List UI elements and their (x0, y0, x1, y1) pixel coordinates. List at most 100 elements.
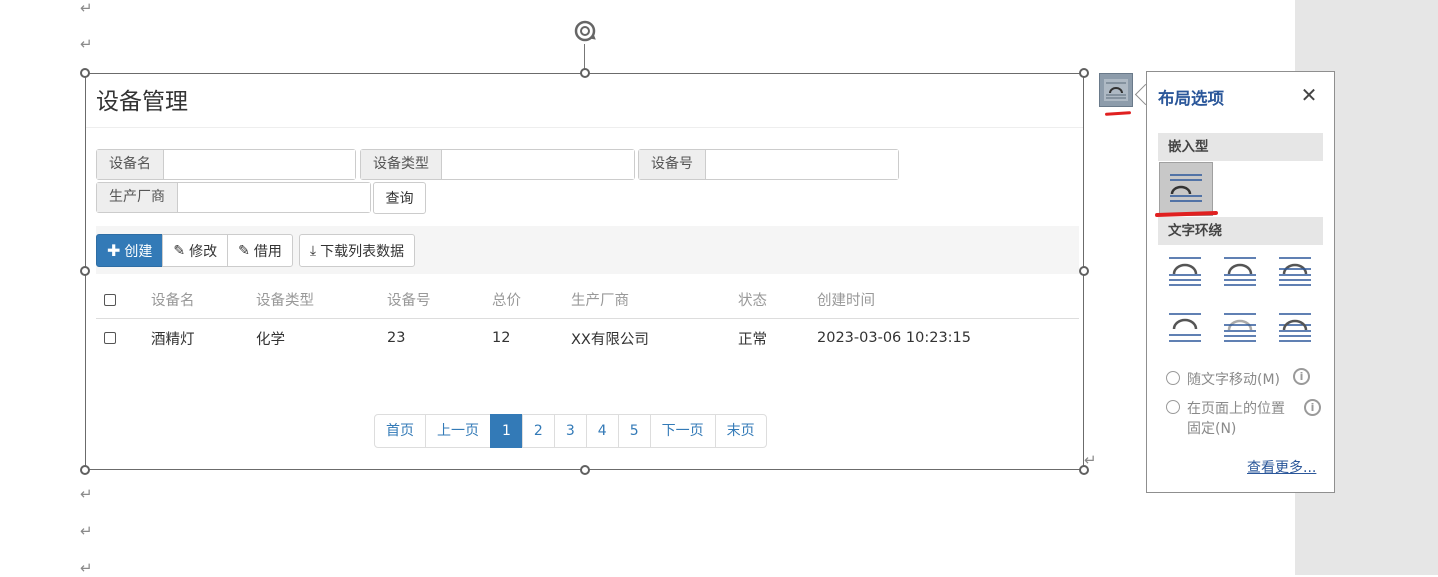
resize-handle-top[interactable] (580, 68, 590, 78)
filter-manufacturer: 生产厂商 (96, 182, 371, 213)
layout-options-button[interactable] (1099, 73, 1133, 107)
page-button-3[interactable]: 3 (553, 414, 587, 448)
paragraph-mark: ↵ (80, 35, 93, 53)
wrap-top-bottom-icon (1169, 313, 1201, 342)
column-header: 生产厂商 (571, 281, 738, 319)
row-select-cell (96, 319, 151, 358)
paragraph-mark: ↵ (80, 485, 93, 503)
wrap-in-front-option[interactable] (1275, 308, 1315, 348)
close-icon[interactable]: ✕ (1299, 86, 1319, 106)
move-with-text-option[interactable]: 随文字移动(M) (1166, 369, 1280, 389)
edit-button[interactable]: ✎ 修改 (162, 234, 229, 267)
edit-label: 修改 (189, 243, 218, 260)
radio-button[interactable] (1166, 371, 1180, 385)
inline-section-header: 嵌入型 (1158, 133, 1323, 161)
download-label: 下载列表数据 (320, 243, 405, 260)
download-icon: ⤓ (309, 242, 317, 259)
panel-title: 布局选项 (1158, 89, 1224, 108)
move-with-text-label: 随文字移动(M) (1187, 372, 1281, 388)
layout-options-panel: 布局选项 ✕ 嵌入型 文字环绕 随文字移动(M) i 在页面上的位置 固定(N)… (1146, 71, 1335, 493)
rotate-handle-icon[interactable] (572, 18, 598, 44)
cell-device-number: 23 (387, 330, 406, 346)
column-header: 设备类型 (256, 281, 387, 319)
resize-handle-bottom-left[interactable] (80, 465, 90, 475)
page-button-1[interactable]: 1 (490, 414, 523, 448)
inline-option-button[interactable] (1159, 162, 1213, 216)
cell-manufacturer: XX有限公司 (571, 331, 649, 348)
wrap-behind-text-option[interactable] (1220, 308, 1260, 348)
wrap-behind-text-icon (1224, 313, 1256, 342)
fix-position-label-line1: 在页面上的位置 (1187, 401, 1285, 417)
fix-position-label-line2: 固定(N) (1187, 421, 1237, 437)
resize-handle-left[interactable] (80, 266, 90, 276)
download-button[interactable]: ⤓ 下载列表数据 (298, 234, 416, 267)
borrow-label: 借用 (253, 243, 282, 260)
fix-position-label: 在页面上的位置 固定(N) (1187, 398, 1285, 438)
fix-position-option[interactable]: 在页面上的位置 固定(N) (1166, 398, 1285, 438)
column-header: 设备号 (387, 281, 492, 319)
cell-status: 正常 (738, 331, 767, 348)
rotate-connector (584, 44, 585, 70)
filter-device-number: 设备号 (638, 149, 899, 180)
resize-handle-top-left[interactable] (80, 68, 90, 78)
device-name-input[interactable] (164, 150, 355, 179)
wrap-square-icon (1169, 257, 1201, 286)
device-table: 设备名 设备类型 设备号 总价 生产厂商 状态 创建时间 酒精灯 化学 23 1… (96, 281, 1079, 357)
wrap-tight-option[interactable] (1220, 252, 1260, 292)
info-icon[interactable]: i (1293, 368, 1310, 385)
cell-device-name: 酒精灯 (151, 331, 195, 348)
page-button-5[interactable]: 5 (617, 414, 651, 448)
manufacturer-input[interactable] (178, 183, 370, 212)
pencil-icon: ✎ (173, 242, 186, 259)
table-header-row: 设备名 设备类型 设备号 总价 生产厂商 状态 创建时间 (96, 281, 1079, 319)
table-row[interactable]: 酒精灯 化学 23 12 XX有限公司 正常 2023-03-06 10:23:… (96, 319, 1079, 358)
pencil-icon: ✎ (238, 242, 250, 259)
column-header: 设备名 (151, 281, 256, 319)
page-button-4[interactable]: 4 (585, 414, 619, 448)
info-icon[interactable]: i (1304, 399, 1321, 416)
see-more-link[interactable]: 查看更多... (1247, 457, 1316, 477)
wrap-section-header: 文字环绕 (1158, 217, 1323, 245)
wrap-top-bottom-option[interactable] (1165, 308, 1205, 348)
paragraph-mark: ↵ (80, 522, 93, 540)
prev-page-button[interactable]: 上一页 (425, 414, 491, 448)
device-type-input[interactable] (442, 150, 634, 179)
first-page-button[interactable]: 首页 (374, 414, 426, 448)
pagination: 首页 上一页 1 2 3 4 5 下一页 末页 (374, 414, 767, 448)
wrap-through-icon (1279, 257, 1311, 286)
select-all-checkbox[interactable] (104, 293, 116, 306)
column-header: 创建时间 (817, 281, 1079, 319)
wrap-square-option[interactable] (1165, 252, 1205, 292)
page-title: 设备管理 (96, 89, 188, 115)
row-checkbox[interactable] (104, 332, 116, 344)
paragraph-mark: ↵ (80, 559, 93, 577)
resize-handle-right[interactable] (1079, 266, 1089, 276)
filter-label: 设备类型 (361, 150, 442, 179)
paragraph-mark: ↵ (80, 0, 93, 17)
create-button[interactable]: ✚ 创建 (96, 234, 164, 267)
column-header: 总价 (492, 281, 571, 319)
filter-label: 设备名 (97, 150, 164, 179)
wrap-through-option[interactable] (1275, 252, 1315, 292)
filter-label: 设备号 (639, 150, 706, 179)
radio-button[interactable] (1166, 400, 1180, 414)
filter-device-type: 设备类型 (360, 149, 635, 180)
last-page-button[interactable]: 末页 (714, 414, 767, 448)
page-button-2[interactable]: 2 (521, 414, 555, 448)
resize-handle-bottom-right[interactable] (1079, 465, 1089, 475)
query-button[interactable]: 查询 (373, 182, 426, 214)
red-annotation-mark (1104, 111, 1132, 116)
wrap-in-front-icon (1279, 313, 1311, 342)
filter-label: 生产厂商 (97, 183, 178, 212)
plus-icon: ✚ (107, 241, 121, 260)
embedded-image[interactable]: 设备管理 设备名 设备类型 设备号 生产厂商 查询 ✚ 创建 ✎ 修改 ✎ 借用… (85, 73, 1084, 470)
cell-total-price: 12 (492, 330, 511, 346)
next-page-button[interactable]: 下一页 (649, 414, 716, 448)
resize-handle-bottom[interactable] (580, 465, 590, 475)
device-number-input[interactable] (706, 150, 898, 179)
cell-created-time: 2023-03-06 10:23:15 (817, 330, 971, 346)
borrow-button[interactable]: ✎ 借用 (227, 234, 293, 267)
resize-handle-top-right[interactable] (1079, 68, 1089, 78)
wrap-tight-icon (1224, 257, 1256, 286)
action-button-group: ✚ 创建 ✎ 修改 ✎ 借用 ⤓ 下载列表数据 (96, 234, 416, 267)
